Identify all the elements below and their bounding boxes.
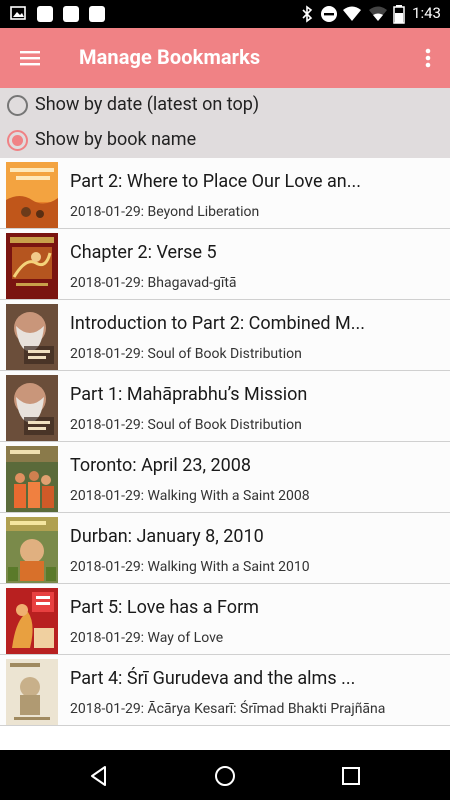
bookmark-row[interactable]: Chapter 2: Verse 5 2018-01-29: Bhagavad-… — [0, 229, 450, 300]
bookmark-list: Part 2: Where to Place Our Love an... 20… — [0, 158, 450, 750]
book-cover-beyond-liberation — [6, 162, 58, 228]
bookmark-subtitle: 2018-01-29: Walking With a Saint 2008 — [70, 488, 310, 504]
bookmark-subtitle: 2018-01-29: Soul of Book Distribution — [70, 346, 302, 362]
radio-show-by-book-name[interactable]: Show by book name — [0, 124, 450, 158]
bookmark-subtitle: 2018-01-29: Bhagavad-gītā — [70, 275, 237, 291]
page-title: Manage Bookmarks — [79, 45, 261, 69]
wifi-dim-icon — [369, 6, 387, 21]
image-icon — [10, 6, 26, 20]
wifi-icon — [343, 6, 361, 21]
bookmark-title: Durban: January 8, 2010 — [70, 526, 264, 547]
menu-icon — [20, 51, 40, 66]
bookmark-row[interactable]: Durban: January 8, 2010 2018-01-29: Walk… — [0, 513, 450, 584]
radio-label: Show by date (latest on top) — [35, 94, 260, 115]
square-icon — [89, 6, 105, 22]
app-bar: Manage Bookmarks — [0, 28, 450, 88]
book-cover-way-of-love — [6, 588, 58, 654]
bookmark-title: Introduction to Part 2: Combined M... — [70, 313, 365, 334]
bookmark-row[interactable]: Introduction to Part 2: Combined M... 20… — [0, 300, 450, 371]
status-bar: 1:43 — [0, 0, 450, 28]
bookmark-row[interactable]: Part 1: Mahāprabhu’s Mission 2018-01-29:… — [0, 371, 450, 442]
do-not-disturb-icon — [321, 6, 337, 22]
bookmark-subtitle: 2018-01-29: Soul of Book Distribution — [70, 417, 302, 433]
square-icon — [37, 6, 53, 22]
bookmark-subtitle: 2018-01-29: Walking With a Saint 2010 — [70, 559, 310, 575]
bookmark-subtitle: 2018-01-29: Ācārya Kesarī: Śrīmad Bhakti… — [70, 701, 386, 717]
bookmark-row[interactable]: Part 4: Śrī Gurudeva and the alms ... 20… — [0, 655, 450, 726]
book-cover-acarya-kesari — [6, 659, 58, 725]
overflow-menu-button[interactable] — [416, 42, 440, 74]
bookmark-title: Chapter 2: Verse 5 — [70, 242, 217, 263]
menu-button[interactable] — [12, 43, 48, 73]
home-icon[interactable] — [212, 763, 238, 789]
bookmark-title: Toronto: April 23, 2008 — [70, 455, 251, 476]
bookmark-title: Part 5: Love has a Form — [70, 597, 259, 618]
bookmark-title: Part 4: Śrī Gurudeva and the alms ... — [70, 668, 356, 689]
book-cover-walking-with-a-saint-2010 — [6, 517, 58, 583]
radio-label: Show by book name — [35, 129, 197, 150]
book-cover-soul-of-book-distribution — [6, 304, 58, 370]
bookmark-row[interactable]: Part 5: Love has a Form 2018-01-29: Way … — [0, 584, 450, 655]
bookmark-title: Part 1: Mahāprabhu’s Mission — [70, 384, 308, 405]
book-cover-walking-with-a-saint-2008 — [6, 446, 58, 512]
radio-show-by-date[interactable]: Show by date (latest on top) — [0, 89, 450, 123]
more-vert-icon — [425, 48, 431, 68]
bookmark-row[interactable]: Part 2: Where to Place Our Love an... 20… — [0, 158, 450, 229]
navigation-bar — [0, 750, 450, 800]
bookmark-subtitle: 2018-01-29: Way of Love — [70, 630, 224, 646]
bookmark-subtitle: 2018-01-29: Beyond Liberation — [70, 204, 260, 220]
status-time: 1:43 — [412, 4, 441, 22]
radio-button[interactable] — [7, 95, 28, 116]
bookmark-title: Part 2: Where to Place Our Love an... — [70, 171, 361, 192]
sort-options: Show by date (latest on top) Show by boo… — [0, 88, 450, 158]
book-cover-bhagavad-gita — [6, 233, 58, 299]
bluetooth-icon — [302, 5, 313, 23]
bookmark-row[interactable]: Toronto: April 23, 2008 2018-01-29: Walk… — [0, 442, 450, 513]
book-cover-soul-of-book-distribution — [6, 375, 58, 441]
radio-button-selected[interactable] — [7, 130, 28, 151]
recents-icon[interactable] — [338, 763, 364, 789]
square-icon — [63, 6, 79, 22]
battery-icon — [393, 5, 405, 24]
back-icon[interactable] — [86, 763, 112, 789]
